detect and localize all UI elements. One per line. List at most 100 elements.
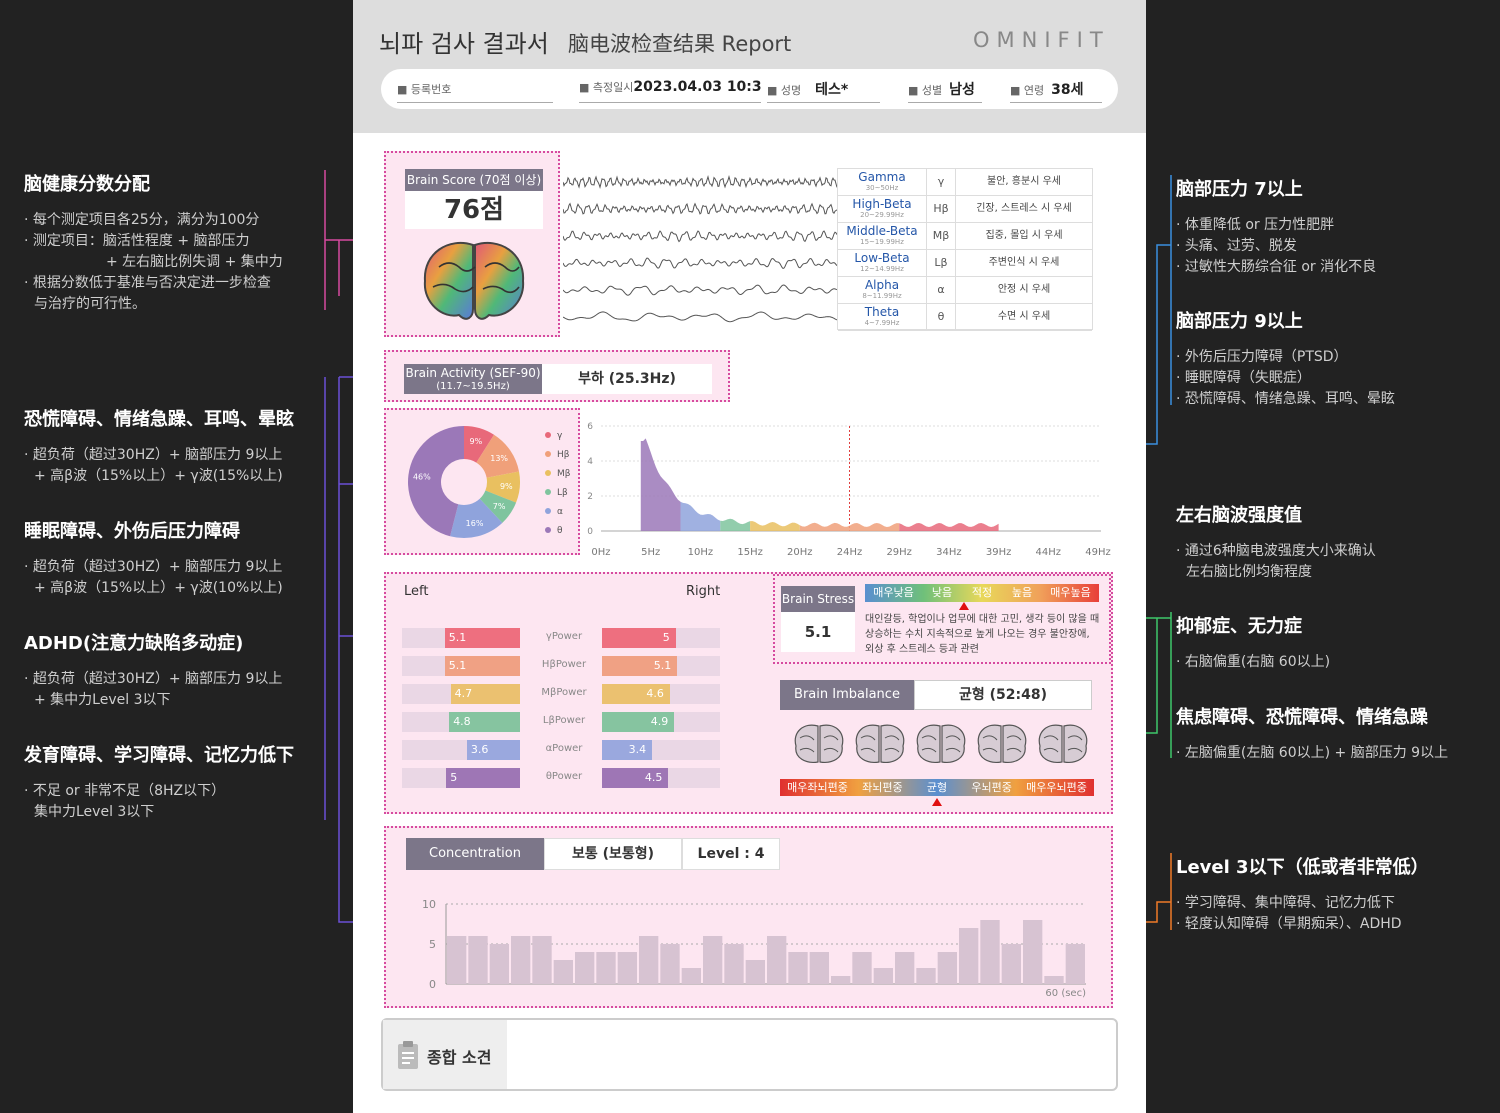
- wave-gamma: [563, 174, 838, 189]
- wave-table: Gamma 30~50Hz γ 불안, 흥분시 우세 High-Beta 20~29.99…: [837, 168, 1093, 331]
- y-tick: 4: [587, 457, 593, 467]
- scale-label: 높음: [1011, 586, 1033, 599]
- wave-name: Alpha: [864, 278, 900, 292]
- donut-label: 7%: [493, 502, 506, 511]
- brain-stress-value: 5.1: [781, 612, 855, 652]
- concentration-box: Concentration 보통 (보통형) Level : 4 10 5 0 60 …: [384, 826, 1113, 1008]
- stress-scale: 매우낮음 낮음 적정 높음 매우높음: [865, 584, 1099, 602]
- concentration-bar: [489, 944, 509, 984]
- x-tick: 24Hz: [837, 547, 863, 558]
- spectrum-band: [640, 438, 681, 531]
- wave-symbol: α: [926, 277, 956, 303]
- concentration-bar: [447, 936, 467, 984]
- x-tick: 5Hz: [641, 547, 660, 558]
- wave-row-high-beta: High-Beta 20~29.99Hz Hβ 긴장, 스트레스 시 우세: [838, 196, 1092, 223]
- scale-label: 낮음: [931, 586, 953, 599]
- imbalance-scale: 매우좌뇌편중 좌뇌편중 균형 우뇌편중 매우우뇌편중: [780, 779, 1094, 796]
- y-tick: 0: [429, 978, 436, 991]
- concentration-bar: [617, 952, 637, 984]
- power-name: HβPower: [541, 659, 587, 670]
- wave-description: 주변인식 시 우세: [988, 257, 1060, 268]
- y-tick: 6: [587, 422, 593, 432]
- left-power-bar: 5: [446, 768, 520, 788]
- donut-label: 13%: [490, 454, 508, 463]
- age-field: ■ 연령 38세: [1010, 79, 1102, 103]
- report-title-kr: 뇌파 검사 결과서: [379, 30, 549, 58]
- imbalance-brain-icons: [794, 724, 1088, 763]
- right-power-bar: 5: [602, 628, 676, 648]
- concentration-bar: [980, 920, 1000, 984]
- brain-icon: [916, 724, 966, 763]
- left-power-bar: 5.1: [444, 628, 520, 648]
- wave-range: 30~50Hz: [865, 184, 899, 192]
- summary-box: 종합 소견: [381, 1018, 1118, 1091]
- wave-middle-beta: [563, 230, 838, 243]
- report-header: 뇌파 검사 결과서 脑电波检查结果 Report OMNIFIT ■ 등록번호 …: [353, 0, 1146, 133]
- sex-field: ■ 성별 남성: [908, 79, 982, 103]
- legend-label: Mβ: [557, 469, 571, 479]
- brain-icon: [1038, 724, 1088, 763]
- brain-imbalance-value: 균형 (52:48): [914, 680, 1092, 710]
- power-rows: 5.1 γPower 5 5.1 HβPower 5.1 4.7 MβPower 4.6 4.8 L…: [386, 574, 786, 814]
- wave-symbol: Mβ: [926, 223, 956, 249]
- patient-info-bar: ■ 등록번호 ■ 측정일시2023.04.03 10:3 ■ 성명 테스* ■ …: [381, 69, 1118, 109]
- wave-row-middle-beta: Middle-Beta 15~19.99Hz Mβ 집중, 몰입 시 우세: [838, 223, 1092, 250]
- wave-range: 8~11.99Hz: [862, 292, 902, 300]
- name-field: ■ 성명 테스*: [767, 79, 880, 103]
- spectrum-band: [899, 523, 999, 531]
- concentration-bar: [831, 976, 851, 984]
- concentration-bar: [1065, 944, 1085, 984]
- scale-label: 매우높음: [1050, 586, 1091, 599]
- x-tick: 10Hz: [688, 547, 714, 558]
- concentration-value: 보통 (보통형): [544, 838, 682, 870]
- concentration-bar: [1001, 944, 1021, 984]
- report-page: 뇌파 검사 결과서 脑电波检查结果 Report OMNIFIT ■ 등록번호 …: [353, 0, 1146, 1113]
- legend-dot: [545, 489, 551, 495]
- x-tick: 15Hz: [737, 547, 763, 558]
- clipboard-icon: [398, 1041, 418, 1069]
- brain-stress-label: Brain Stress: [781, 586, 855, 612]
- concentration-bar: [596, 952, 616, 984]
- stress-description: 대인갈등, 학업이나 업무에 대한 고민, 생각 등이 많을 때 상승하는 수치 …: [865, 614, 1100, 655]
- wave-symbol: Lβ: [926, 250, 956, 276]
- brain-icon: [423, 241, 525, 320]
- concentration-bar: [937, 952, 957, 984]
- donut-label: 46%: [413, 473, 431, 482]
- wave-high-beta: [563, 202, 838, 215]
- right-power-bar: 5.1: [602, 656, 678, 676]
- concentration-chart: 10 5 0 60 (sec): [422, 898, 1086, 999]
- scale-label: 좌뇌편중: [862, 781, 903, 794]
- right-power-bar: 4.6: [602, 684, 670, 704]
- wave-description: 긴장, 스트레스 시 우세: [976, 203, 1072, 214]
- concentration-bar: [1023, 920, 1043, 984]
- scale-label: 매우낮음: [873, 586, 914, 599]
- legend-label: Lβ: [557, 488, 568, 498]
- wave-row-gamma: Gamma 30~50Hz γ 불안, 흥분시 우세: [838, 169, 1092, 196]
- brain-activity-box: Brain Activity (SEF-90) (11.7~19.5Hz) 부하 …: [384, 350, 730, 402]
- wave-ratio-donut: 9% 13% 9% 7% 16% 46% γ Hβ Mβ Lβ αθ: [407, 426, 571, 538]
- left-power-bar: 4.8: [449, 712, 520, 732]
- wave-theta: [563, 311, 838, 323]
- concentration-bar: [916, 968, 936, 984]
- right-power-bar: 4.9: [602, 712, 675, 732]
- x-tick: 20Hz: [787, 547, 813, 558]
- wave-low-beta: [563, 257, 838, 269]
- screen: 脑健康分数分配 · 每个测定项目各25分，满分为100分 · 测定项目：脑活性程…: [0, 0, 1500, 1113]
- brain-icon: [977, 724, 1027, 763]
- brain-score-box: Brain Score (70점 이상) 76점: [384, 151, 560, 337]
- y-tick: 2: [587, 492, 593, 502]
- concentration-label: Concentration: [406, 838, 544, 870]
- legend-dot: [545, 432, 551, 438]
- x-tick: 0Hz: [591, 547, 610, 558]
- brain-activity-value: 부하 (25.3Hz): [542, 364, 712, 394]
- power-name: MβPower: [541, 687, 587, 698]
- scale-label: 균형: [926, 781, 948, 794]
- wave-description: 수면 시 우세: [997, 311, 1051, 322]
- y-tick: 10: [422, 898, 436, 911]
- donut-label: 9%: [500, 482, 513, 491]
- concentration-bar: [852, 952, 872, 984]
- concentration-bar: [895, 952, 915, 984]
- spectrum-band: [799, 522, 900, 531]
- legend-label: Hβ: [557, 450, 570, 460]
- x-axis-end-label: 60 (sec): [1045, 988, 1086, 999]
